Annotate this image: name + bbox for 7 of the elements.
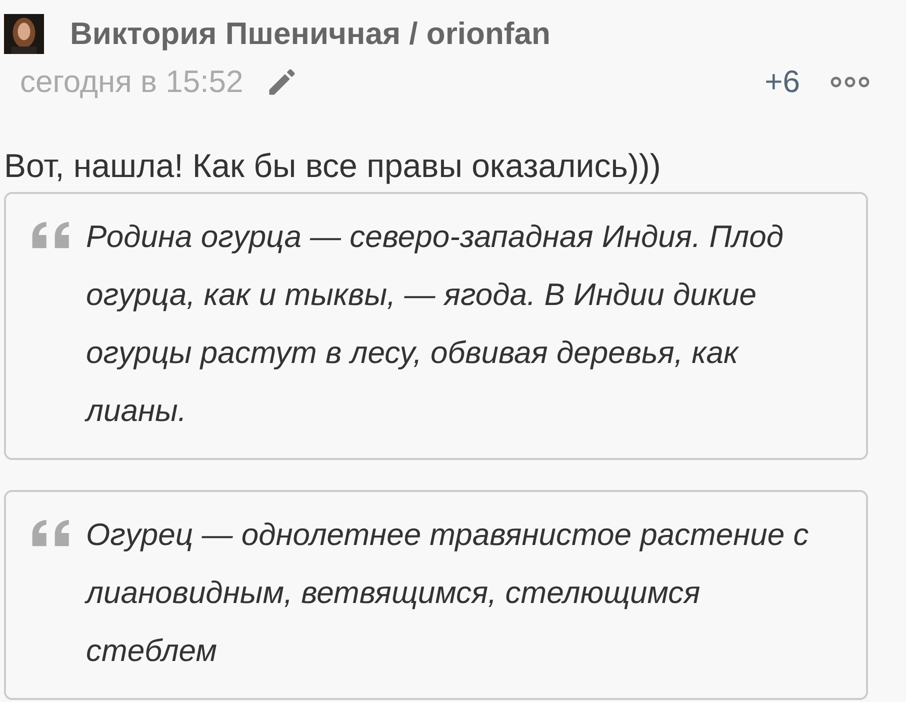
author-name[interactable]: Виктория Пшеничная / orionfan [70, 16, 550, 52]
more-icon[interactable] [830, 76, 870, 88]
quote-text: Огурец — однолетнее травянистое растение с лиановидным, ветвящимся, стелющимся стеблем [86, 516, 810, 670]
post-time: сегодня в 15:52 [20, 64, 244, 100]
post-text: Вот, нашла! Как бы все правы оказались))) [4, 146, 662, 186]
rating-count: +6 [764, 64, 800, 100]
quote-text: Родина огурца — северо-западная Индия. Плод огурца, как и тыквы, — ягода. В Индии дикие огурцы растут в лесу, обвивая деревья, как лианы. [86, 218, 785, 430]
